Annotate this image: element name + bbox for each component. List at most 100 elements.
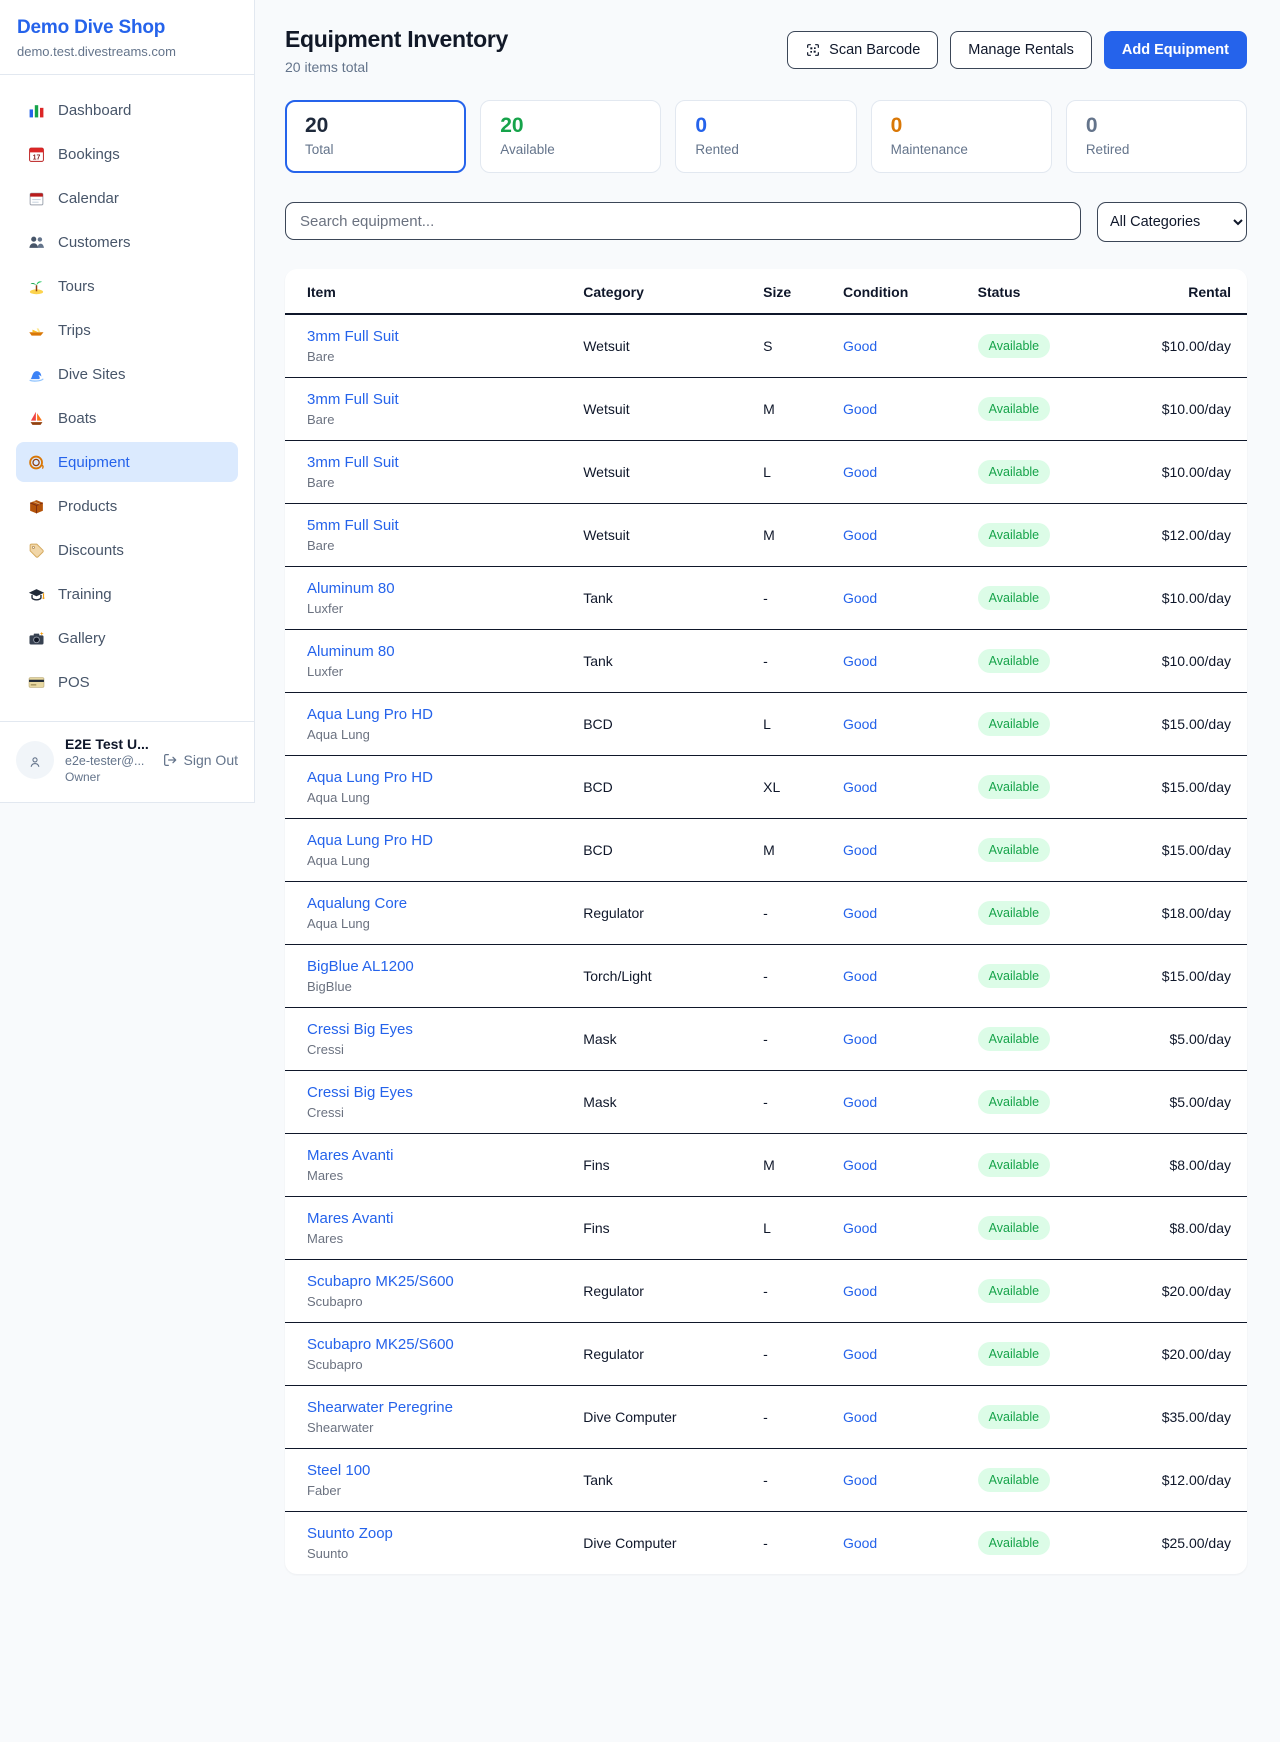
item-name-link[interactable]: Aluminum 80 xyxy=(307,580,583,597)
stat-card-available[interactable]: 20 Available xyxy=(480,100,661,173)
item-condition-link[interactable]: Good xyxy=(843,779,877,795)
sidebar-item-products[interactable]: Products xyxy=(16,486,238,526)
sidebar-item-customers[interactable]: Customers xyxy=(16,222,238,262)
item-name-link[interactable]: Aluminum 80 xyxy=(307,643,583,660)
table-row[interactable]: Steel 100 Faber Tank - Good Available $1… xyxy=(285,1449,1247,1512)
table-row[interactable]: Aluminum 80 Luxfer Tank - Good Available… xyxy=(285,567,1247,630)
brand-block: Demo Dive Shop demo.test.divestreams.com xyxy=(0,0,254,75)
table-body: 3mm Full Suit Bare Wetsuit S Good Availa… xyxy=(285,314,1247,1574)
item-name-link[interactable]: Shearwater Peregrine xyxy=(307,1399,583,1416)
item-name-link[interactable]: 3mm Full Suit xyxy=(307,454,583,471)
item-brand: Bare xyxy=(307,412,583,427)
table-row[interactable]: Scubapro MK25/S600 Scubapro Regulator - … xyxy=(285,1323,1247,1386)
table-row[interactable]: 3mm Full Suit Bare Wetsuit L Good Availa… xyxy=(285,441,1247,504)
table-row[interactable]: BigBlue AL1200 BigBlue Torch/Light - Goo… xyxy=(285,945,1247,1008)
sidebar-item-dive-sites[interactable]: Dive Sites xyxy=(16,354,238,394)
item-condition-link[interactable]: Good xyxy=(843,1157,877,1173)
table-row[interactable]: Mares Avanti Mares Fins M Good Available… xyxy=(285,1134,1247,1197)
item-condition-link[interactable]: Good xyxy=(843,338,877,354)
search-input[interactable] xyxy=(285,202,1081,240)
sign-out-button[interactable]: Sign Out xyxy=(162,752,238,768)
item-brand: Bare xyxy=(307,349,583,364)
item-name-link[interactable]: Scubapro MK25/S600 xyxy=(307,1273,583,1290)
item-condition-link[interactable]: Good xyxy=(843,590,877,606)
sidebar-item-equipment[interactable]: Equipment xyxy=(16,442,238,482)
item-condition-link[interactable]: Good xyxy=(843,968,877,984)
item-name-link[interactable]: Suunto Zoop xyxy=(307,1525,583,1542)
table-row[interactable]: Mares Avanti Mares Fins L Good Available… xyxy=(285,1197,1247,1260)
item-name-link[interactable]: Aqua Lung Pro HD xyxy=(307,706,583,723)
item-condition-link[interactable]: Good xyxy=(843,1031,877,1047)
table-row[interactable]: 5mm Full Suit Bare Wetsuit M Good Availa… xyxy=(285,504,1247,567)
manage-rentals-button[interactable]: Manage Rentals xyxy=(950,31,1092,69)
item-condition-link[interactable]: Good xyxy=(843,1283,877,1299)
status-badge: Available xyxy=(978,1468,1051,1492)
table-row[interactable]: Aqua Lung Pro HD Aqua Lung BCD XL Good A… xyxy=(285,756,1247,819)
item-condition-link[interactable]: Good xyxy=(843,527,877,543)
item-condition-link[interactable]: Good xyxy=(843,401,877,417)
category-filter-select[interactable]: All Categories xyxy=(1097,202,1247,242)
table-row[interactable]: Suunto Zoop Suunto Dive Computer - Good … xyxy=(285,1512,1247,1575)
status-badge: Available xyxy=(978,1216,1051,1240)
stat-card-total[interactable]: 20 Total xyxy=(285,100,466,173)
item-condition-link[interactable]: Good xyxy=(843,1472,877,1488)
sidebar-item-tours[interactable]: Tours xyxy=(16,266,238,306)
item-name-link[interactable]: 5mm Full Suit xyxy=(307,517,583,534)
item-condition-link[interactable]: Good xyxy=(843,464,877,480)
item-condition-link[interactable]: Good xyxy=(843,905,877,921)
table-row[interactable]: Shearwater Peregrine Shearwater Dive Com… xyxy=(285,1386,1247,1449)
table-row[interactable]: 3mm Full Suit Bare Wetsuit M Good Availa… xyxy=(285,378,1247,441)
table-row[interactable]: Aqua Lung Pro HD Aqua Lung BCD L Good Av… xyxy=(285,693,1247,756)
item-condition-link[interactable]: Good xyxy=(843,1346,877,1362)
item-rental: $15.00/day xyxy=(1151,819,1247,882)
item-name-link[interactable]: Steel 100 xyxy=(307,1462,583,1479)
item-condition-link[interactable]: Good xyxy=(843,1094,877,1110)
item-name-link[interactable]: Aqua Lung Pro HD xyxy=(307,769,583,786)
item-condition-link[interactable]: Good xyxy=(843,716,877,732)
item-condition-link[interactable]: Good xyxy=(843,1409,877,1425)
item-name-link[interactable]: Cressi Big Eyes xyxy=(307,1021,583,1038)
item-name-link[interactable]: Aqualung Core xyxy=(307,895,583,912)
sidebar-item-bookings[interactable]: 17 Bookings xyxy=(16,134,238,174)
sidebar-item-discounts[interactable]: Discounts xyxy=(16,530,238,570)
item-name-link[interactable]: Aqua Lung Pro HD xyxy=(307,832,583,849)
sidebar-item-dashboard[interactable]: Dashboard xyxy=(16,90,238,130)
stat-card-retired[interactable]: 0 Retired xyxy=(1066,100,1247,173)
stat-card-maintenance[interactable]: 0 Maintenance xyxy=(871,100,1052,173)
sidebar-item-calendar[interactable]: Calendar xyxy=(16,178,238,218)
item-rental: $15.00/day xyxy=(1151,945,1247,1008)
sidebar-item-pos[interactable]: POS xyxy=(16,662,238,702)
sidebar-item-gallery[interactable]: Gallery xyxy=(16,618,238,658)
main-content: Equipment Inventory 20 items total Scan … xyxy=(255,0,1280,1607)
item-brand: Aqua Lung xyxy=(307,727,583,742)
item-name-link[interactable]: 3mm Full Suit xyxy=(307,391,583,408)
item-name-link[interactable]: Scubapro MK25/S600 xyxy=(307,1336,583,1353)
sidebar-item-boats[interactable]: Boats xyxy=(16,398,238,438)
stat-card-rented[interactable]: 0 Rented xyxy=(675,100,856,173)
table-row[interactable]: Aluminum 80 Luxfer Tank - Good Available… xyxy=(285,630,1247,693)
item-name-link[interactable]: Cressi Big Eyes xyxy=(307,1084,583,1101)
item-size: S xyxy=(763,314,843,378)
scan-barcode-button[interactable]: Scan Barcode xyxy=(787,31,938,69)
table-row[interactable]: 3mm Full Suit Bare Wetsuit S Good Availa… xyxy=(285,314,1247,378)
table-row[interactable]: Aqualung Core Aqua Lung Regulator - Good… xyxy=(285,882,1247,945)
stat-label: Retired xyxy=(1086,142,1227,157)
item-name-link[interactable]: BigBlue AL1200 xyxy=(307,958,583,975)
credit-card-icon xyxy=(28,674,45,691)
table-row[interactable]: Cressi Big Eyes Cressi Mask - Good Avail… xyxy=(285,1071,1247,1134)
add-equipment-button[interactable]: Add Equipment xyxy=(1104,31,1247,69)
table-row[interactable]: Scubapro MK25/S600 Scubapro Regulator - … xyxy=(285,1260,1247,1323)
table-row[interactable]: Cressi Big Eyes Cressi Mask - Good Avail… xyxy=(285,1008,1247,1071)
sidebar-item-training[interactable]: Training xyxy=(16,574,238,614)
sidebar-item-trips[interactable]: Trips xyxy=(16,310,238,350)
item-name-link[interactable]: Mares Avanti xyxy=(307,1210,583,1227)
item-condition-link[interactable]: Good xyxy=(843,1535,877,1551)
item-category: Tank xyxy=(583,1449,763,1512)
table-row[interactable]: Aqua Lung Pro HD Aqua Lung BCD M Good Av… xyxy=(285,819,1247,882)
item-size: L xyxy=(763,441,843,504)
item-condition-link[interactable]: Good xyxy=(843,842,877,858)
item-condition-link[interactable]: Good xyxy=(843,1220,877,1236)
item-condition-link[interactable]: Good xyxy=(843,653,877,669)
item-name-link[interactable]: Mares Avanti xyxy=(307,1147,583,1164)
item-name-link[interactable]: 3mm Full Suit xyxy=(307,328,583,345)
